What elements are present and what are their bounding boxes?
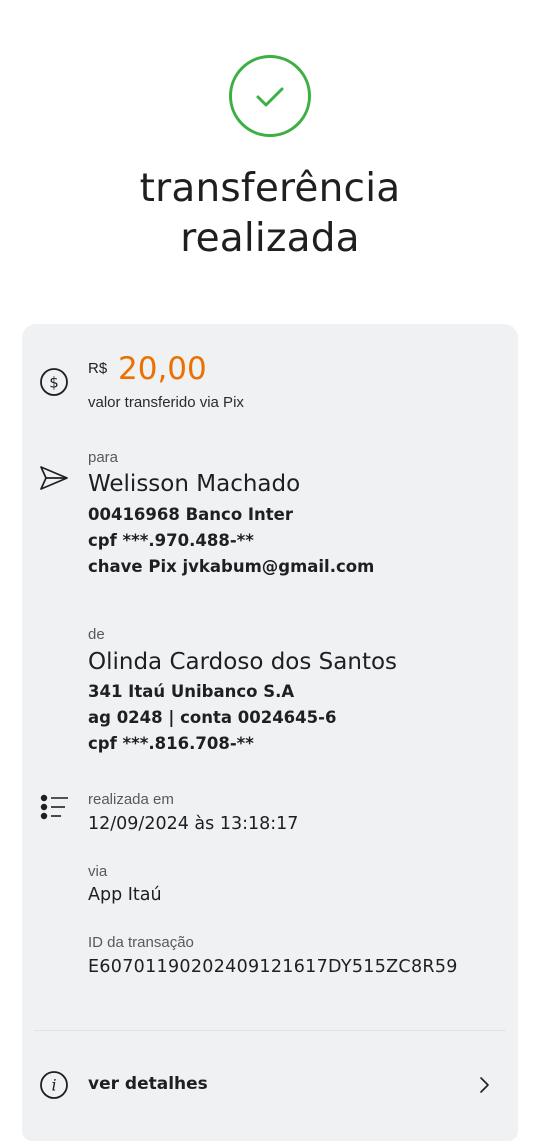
transaction-id-value: E60701190202409121617DY515ZC8R59 xyxy=(88,957,458,977)
list-icon xyxy=(40,794,68,820)
receipt-card: $ R$ 20,00 valor transferido via Pix par… xyxy=(22,324,518,1141)
date-label: realizada em xyxy=(88,791,174,808)
svg-text:i: i xyxy=(51,1076,56,1095)
page-title: transferência realizada xyxy=(0,164,540,264)
see-details-button[interactable]: i ver detalhes xyxy=(22,1031,518,1141)
recipient-pix-key: chave Pix jvkabum@gmail.com xyxy=(88,557,375,576)
info-icon: i xyxy=(40,1071,68,1099)
check-circle-icon xyxy=(229,55,311,137)
dollar-circle-icon: $ xyxy=(40,368,68,396)
recipient-bank: 00416968 Banco Inter xyxy=(88,505,294,524)
currency-symbol: R$ xyxy=(88,360,108,377)
see-details-label: ver detalhes xyxy=(88,1074,208,1094)
page-title-line-1: transferência xyxy=(139,166,401,211)
sender-label: de xyxy=(88,626,105,643)
channel-value: App Itaú xyxy=(88,885,162,905)
transaction-id-label: ID da transação xyxy=(88,934,194,951)
chevron-right-icon xyxy=(480,1077,489,1093)
sender-bank: 341 Itaú Unibanco S.A xyxy=(88,682,295,701)
sender-cpf: cpf ***.816.708-** xyxy=(88,734,254,753)
sender-name: Olinda Cardoso dos Santos xyxy=(88,649,398,675)
recipient-cpf: cpf ***.970.488-** xyxy=(88,531,254,550)
transfer-amount: 20,00 xyxy=(118,351,207,387)
date-value: 12/09/2024 às 13:18:17 xyxy=(88,814,299,834)
sender-account: ag 0248 | conta 0024645-6 xyxy=(88,708,337,727)
channel-label: via xyxy=(88,863,108,880)
page-title-line-2: realizada xyxy=(180,216,360,261)
svg-text:$: $ xyxy=(49,374,59,392)
recipient-name: Welisson Machado xyxy=(88,471,301,497)
send-icon xyxy=(40,466,68,490)
recipient-label: para xyxy=(88,449,119,466)
amount-description: valor transferido via Pix xyxy=(88,394,244,411)
